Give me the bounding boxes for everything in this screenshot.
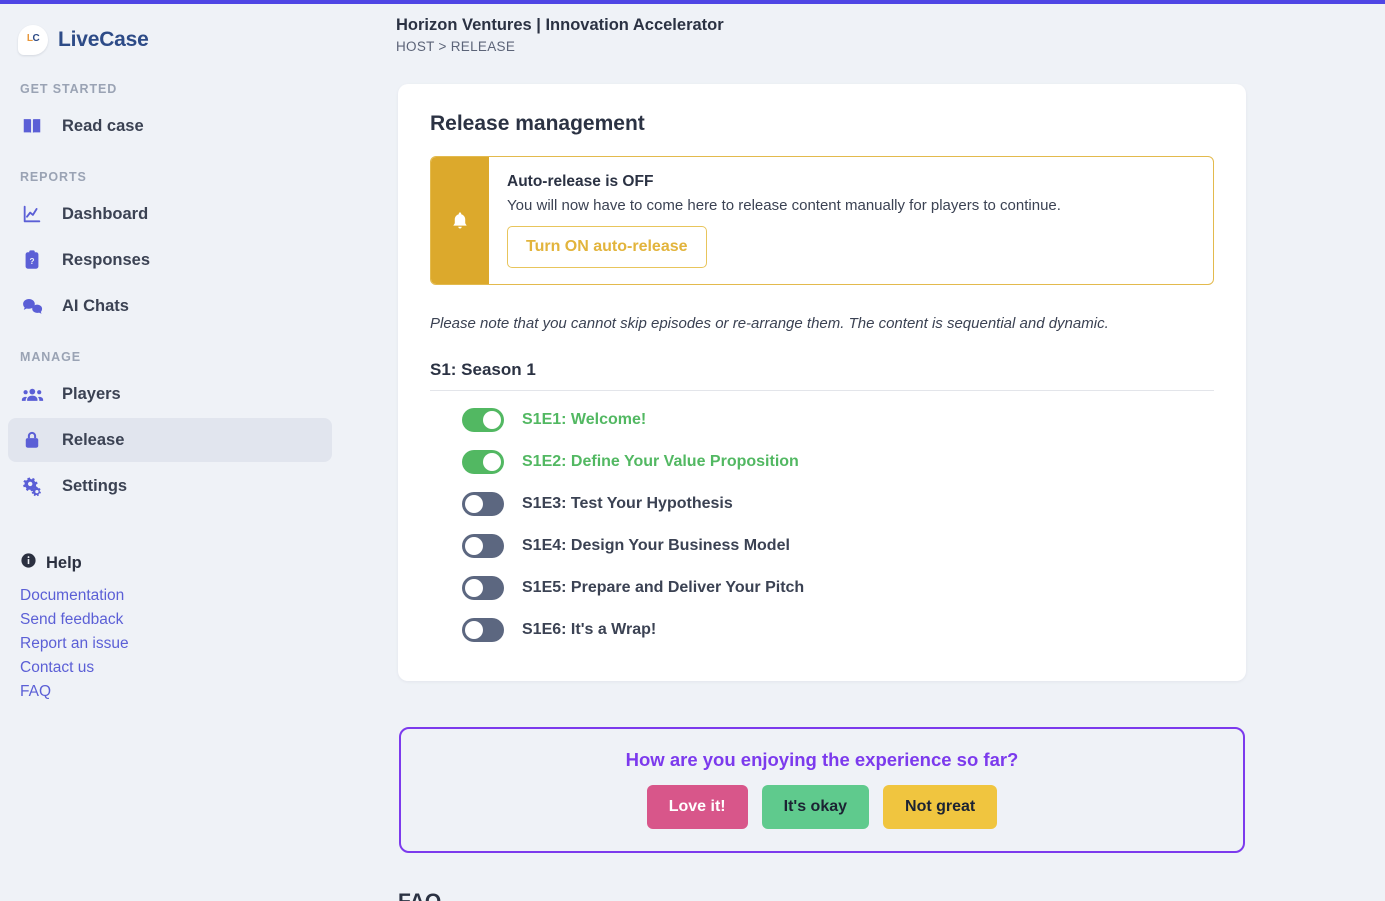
sidebar-item-label: Settings (62, 476, 128, 495)
help-block: Help Documentation Send feedback Report … (0, 552, 340, 704)
sequential-content-note: Please note that you cannot skip episode… (430, 315, 1109, 332)
nav-heading-get-started: GET STARTED (20, 82, 118, 96)
brand-name: LiveCase (58, 28, 149, 51)
sidebar: LC LiveCase GET STARTED Read case REPORT… (0, 4, 340, 901)
nav-section-get-started: GET STARTED Read case (0, 82, 340, 148)
nav-heading-reports: REPORTS (20, 170, 87, 184)
sidebar-item-players[interactable]: Players (8, 372, 332, 416)
feedback-buttons: Love it! It's okay Not great (401, 785, 1243, 829)
episode-release-toggle[interactable] (462, 618, 504, 642)
page-header: Horizon Ventures | Innovation Accelerato… (340, 4, 1385, 54)
help-title: Help (20, 552, 340, 574)
feedback-love-it-button[interactable]: Love it! (646, 785, 748, 829)
episode-label: S1E2: Define Your Value Proposition (522, 453, 799, 470)
episode-label: S1E4: Design Your Business Model (522, 537, 790, 554)
episode-label: S1E6: It's a Wrap! (522, 621, 657, 638)
sidebar-item-dashboard[interactable]: Dashboard (8, 192, 332, 236)
episode-label: S1E3: Test Your Hypothesis (522, 495, 733, 512)
lock-icon (20, 428, 44, 452)
help-link-report-an-issue[interactable]: Report an issue (20, 632, 340, 656)
episode-row: S1E2: Define Your Value Proposition (430, 441, 1214, 483)
page-title: Horizon Ventures | Innovation Accelerato… (396, 16, 724, 34)
clipboard-question-icon: ? (20, 248, 44, 272)
turn-on-auto-release-button[interactable]: Turn ON auto-release (507, 226, 707, 268)
episode-row: S1E3: Test Your Hypothesis (430, 483, 1214, 525)
chat-bubbles-icon (20, 294, 44, 318)
help-links: Documentation Send feedback Report an is… (20, 584, 340, 704)
book-icon (20, 114, 44, 138)
season-title: S1: Season 1 (430, 360, 536, 379)
nav-section-reports: REPORTS Dashboard ? Responses AI Chats (0, 170, 340, 328)
auto-release-alert: Auto-release is OFF You will now have to… (430, 156, 1214, 285)
sidebar-item-label: Read case (62, 116, 144, 135)
sidebar-item-ai-chats[interactable]: AI Chats (8, 284, 332, 328)
episode-label: S1E1: Welcome! (522, 411, 647, 428)
bell-icon (431, 157, 489, 284)
nav-section-manage: MANAGE Players Release Settings (0, 350, 340, 508)
episode-release-toggle[interactable] (462, 534, 504, 558)
episode-release-toggle[interactable] (462, 492, 504, 516)
help-link-faq[interactable]: FAQ (20, 680, 340, 704)
feedback-panel: How are you enjoying the experience so f… (399, 727, 1245, 853)
card-title: Release management (430, 112, 645, 135)
episode-row: S1E4: Design Your Business Model (430, 525, 1214, 567)
help-link-send-feedback[interactable]: Send feedback (20, 608, 340, 632)
nav-heading-manage: MANAGE (20, 350, 81, 364)
alert-heading: Auto-release is OFF (507, 173, 654, 190)
feedback-not-great-button[interactable]: Not great (883, 785, 998, 829)
release-management-card: Release management Auto-release is OFF Y… (398, 84, 1246, 681)
logo-letter-c: C (32, 33, 40, 45)
breadcrumb: HOST > RELEASE (396, 39, 516, 54)
feedback-question: How are you enjoying the experience so f… (625, 749, 1019, 770)
svg-text:?: ? (29, 257, 34, 266)
sidebar-item-label: Responses (62, 250, 151, 269)
faq-section-heading: FAQ (398, 890, 441, 901)
episode-label: S1E5: Prepare and Deliver Your Pitch (522, 579, 805, 596)
help-link-contact-us[interactable]: Contact us (20, 656, 340, 680)
sidebar-item-read-case[interactable]: Read case (8, 104, 332, 148)
sidebar-item-label: Dashboard (62, 204, 149, 223)
episode-row: S1E6: It's a Wrap! (430, 609, 1214, 651)
sidebar-item-label: Release (62, 430, 125, 449)
info-icon (20, 552, 37, 574)
gears-icon (20, 474, 44, 498)
episode-release-toggle[interactable] (462, 408, 504, 432)
sidebar-item-label: AI Chats (62, 296, 129, 315)
episode-release-toggle[interactable] (462, 576, 504, 600)
episode-release-toggle[interactable] (462, 450, 504, 474)
season-divider (430, 390, 1214, 391)
help-link-documentation[interactable]: Documentation (20, 584, 340, 608)
sidebar-item-settings[interactable]: Settings (8, 464, 332, 508)
help-label: Help (46, 553, 82, 572)
sidebar-item-responses[interactable]: ? Responses (8, 238, 332, 282)
sidebar-item-label: Players (62, 384, 121, 403)
feedback-its-okay-button[interactable]: It's okay (761, 785, 870, 829)
episode-row: S1E1: Welcome! (430, 399, 1214, 441)
brand[interactable]: LC LiveCase (0, 4, 340, 60)
alert-text: You will now have to come here to releas… (507, 197, 1061, 214)
app-root: LC LiveCase GET STARTED Read case REPORT… (0, 0, 1385, 901)
people-icon (20, 382, 44, 406)
main-content: Horizon Ventures | Innovation Accelerato… (340, 4, 1385, 901)
livecase-logo-icon: LC (18, 25, 48, 55)
sidebar-item-release[interactable]: Release (8, 418, 332, 462)
chart-line-icon (20, 202, 44, 226)
episode-row: S1E5: Prepare and Deliver Your Pitch (430, 567, 1214, 609)
alert-body: Auto-release is OFF You will now have to… (489, 157, 1213, 284)
